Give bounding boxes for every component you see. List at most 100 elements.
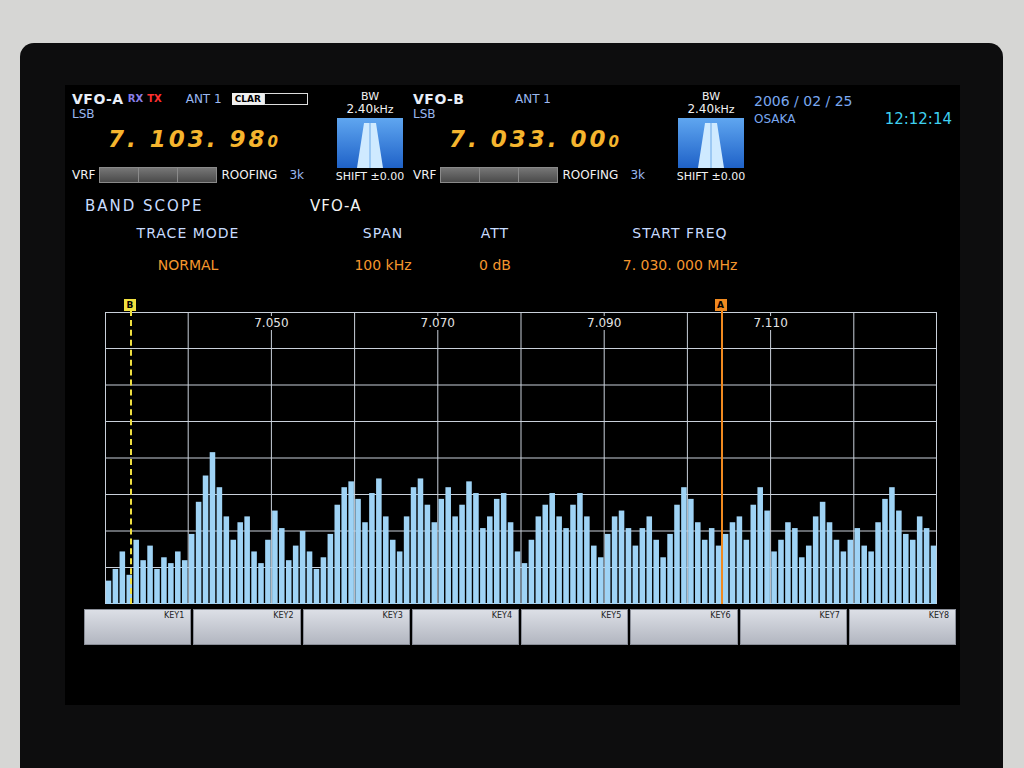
function-key[interactable]: KEY3 (303, 609, 410, 645)
function-key[interactable]: KEY4 (412, 609, 519, 645)
location-label: OSAKA (754, 112, 795, 127)
vrf-row: VRFROOFING3k (413, 166, 668, 184)
vfo-panel: VFO-ARXTX ANT 1 CLAR LSB 7. 103. 980 VRF ROOFI… (72, 91, 413, 184)
spectrum-bar (848, 540, 854, 604)
spectrum-bar (577, 493, 583, 604)
spectrum-bar (584, 516, 590, 604)
scope-source: VFO-A (310, 196, 361, 216)
spectrum-bar (841, 551, 847, 604)
setting-value: 100 kHz (320, 256, 446, 274)
spectrum-bar (182, 560, 188, 604)
vfo-name-group: VFO-ARXTX (72, 91, 162, 107)
scope-title-row: BAND SCOPEVFO-A (85, 196, 960, 216)
function-key[interactable]: KEY6 (630, 609, 737, 645)
setting-value: 7. 030. 000 MHz (580, 256, 780, 274)
antenna-label: ANT 1 (515, 92, 551, 106)
spectrum-bar (674, 505, 680, 604)
scope-setting[interactable]: TRACE MODENORMAL (110, 224, 266, 274)
vrf-segment (519, 168, 557, 182)
spectrum-bar (376, 478, 382, 604)
vfo-main: VFO-BANT 1LSB7. 033. 000VRFROOFING3k (413, 91, 668, 184)
spectrum-bar (660, 557, 666, 604)
axis-tick: 7.050 (251, 316, 291, 330)
spectrum-trace (105, 312, 937, 604)
axis-tick: 7.090 (584, 316, 624, 330)
spectrum-bar (910, 540, 916, 604)
vrf-segment (441, 168, 480, 182)
spectrum-bar (217, 487, 223, 604)
frequency-display: 7. 103. 980 (108, 125, 327, 156)
spectrum-bar (286, 560, 292, 604)
spectrum-bar (723, 534, 729, 604)
spectrum-bar (147, 546, 153, 604)
function-key[interactable]: KEY2 (193, 609, 300, 645)
bandwidth-label: BW (702, 91, 720, 103)
spectrum-bar (168, 563, 174, 604)
spectrum-bar (258, 563, 264, 604)
scope-setting[interactable]: ATT0 dB (446, 224, 544, 274)
axis-tick: 7.110 (750, 316, 790, 330)
spectrum-bar (133, 540, 139, 604)
spectrum-bar (369, 493, 375, 604)
mode-label: LSB (72, 107, 327, 121)
spectrum-bar (265, 540, 271, 604)
wall: VFO-ARXTXANT 1CLARLSB7. 103. 980VRFROOFI… (0, 0, 1024, 768)
vfo-header: VFO-BANT 1 (413, 91, 668, 107)
spectrum-bar (764, 511, 770, 604)
frequency-marker[interactable] (721, 310, 723, 604)
vrf-segment (100, 168, 139, 182)
function-key[interactable]: KEY7 (740, 609, 847, 645)
spectrum-bar (570, 505, 576, 604)
filter-passband-icon (678, 118, 744, 168)
marker-tag: B (124, 299, 136, 311)
spectrum-bar (917, 516, 923, 604)
spectrum-bar (861, 546, 867, 604)
spectrum-bar (244, 516, 250, 604)
key-label: KEY1 (164, 610, 190, 620)
spectrum-bar (432, 522, 438, 604)
spectrum-bar (452, 516, 458, 604)
clock-panel: 2006 / 02 / 25OSAKA12:12:14 (754, 91, 960, 184)
rx-indicator: RX (128, 93, 143, 105)
spectrum-bar (792, 528, 798, 604)
monitor-bezel: VFO-ARXTXANT 1CLARLSB7. 103. 980VRFROOFI… (20, 43, 1003, 768)
spectrum-bar (737, 516, 743, 604)
spectrum-bar (598, 557, 604, 604)
spectrum-bar (120, 551, 126, 604)
spectrum-bar (771, 551, 777, 604)
roofing-label: ROOFING (221, 166, 277, 184)
spectrum-bar (542, 505, 548, 604)
scope-setting[interactable]: START FREQ7. 030. 000 MHz (580, 224, 780, 274)
vrf-bar (99, 167, 217, 183)
spectrum-bar (626, 528, 632, 604)
scope-settings: TRACE MODENORMAL SPAN 100 kHzATT0 dB START … (65, 224, 960, 274)
spectrum-bar (341, 487, 347, 604)
function-key[interactable]: KEY1 (84, 609, 191, 645)
spectrum-bar (230, 540, 236, 604)
vrf-segment (178, 168, 216, 182)
vrf-label: VRF (72, 166, 95, 184)
scope-setting[interactable]: SPAN 100 kHz (320, 224, 446, 274)
date-label: 2006 / 02 / 25 (754, 93, 960, 110)
clar-label: CLAR (232, 93, 264, 105)
spectrum-bar (466, 481, 472, 604)
function-key[interactable]: KEY8 (849, 609, 956, 645)
frequency-marker[interactable] (130, 310, 132, 604)
bandwidth-reading: 2.40kHz (687, 103, 734, 116)
spectrum-bar (744, 540, 750, 604)
frequency-tail: 0 (609, 133, 619, 151)
bandwidth-panel: BW2.40kHzSHIFT ±0.00 (327, 91, 413, 184)
spectrum-bar (646, 516, 652, 604)
function-key[interactable]: KEY5 (521, 609, 628, 645)
spectrum-bar (827, 522, 833, 604)
spectrum-bar (334, 505, 340, 604)
spectrum-bar (203, 476, 209, 604)
spectrum-bar (612, 516, 618, 604)
spectrum-bar (355, 499, 361, 604)
bandwidth-unit: kHz (373, 103, 393, 116)
setting-label: SPAN (320, 224, 446, 242)
spectrum-bar (459, 505, 465, 604)
bandwidth-value: 2.40 (687, 102, 714, 116)
antenna-label: ANT 1 (186, 92, 222, 106)
spectrum-bar (806, 546, 812, 604)
